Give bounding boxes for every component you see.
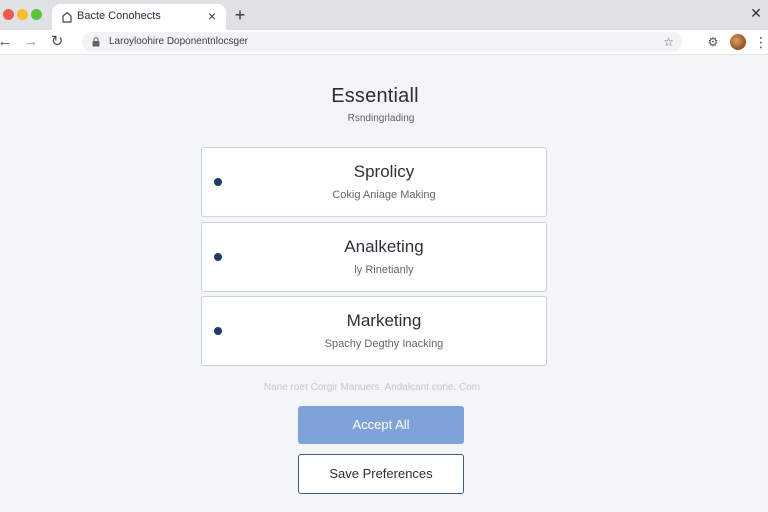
accept-all-button[interactable]: Accept All: [298, 406, 464, 444]
minimize-window-dot[interactable]: [17, 9, 28, 20]
radio-selected-icon[interactable]: [214, 327, 222, 335]
menu-icon[interactable]: ⋮: [754, 34, 768, 50]
forward-icon[interactable]: →: [22, 33, 40, 51]
radio-selected-icon[interactable]: [214, 178, 222, 186]
option-card-marketing[interactable]: Marketing Spachy Degthy Inacking: [201, 296, 547, 366]
tab-close-icon[interactable]: ×: [204, 8, 220, 24]
reload-icon[interactable]: ↻: [48, 33, 66, 51]
radio-selected-icon[interactable]: [214, 253, 222, 261]
option-description: Cokig Aniage Making: [332, 189, 436, 201]
browser-toolbar: ← → ↻ Laroyloohire Doponentnlocsger ☆ ⚙ …: [0, 30, 768, 55]
option-title: Sprolicy: [353, 162, 415, 181]
footnote-text: Nane roet Corgir Manuers. Andalcant cori…: [263, 382, 481, 393]
option-card-analketing[interactable]: Analketing ly Rinetianly: [201, 222, 547, 292]
bookmark-star-icon[interactable]: ☆: [663, 34, 674, 50]
option-description: Spachy Degthy Inacking: [324, 338, 444, 350]
browser-tab[interactable]: Bacte Conohects ×: [52, 4, 226, 30]
tab-title: Bacte Conohects: [77, 10, 161, 22]
window-close-icon[interactable]: ✕: [748, 5, 764, 21]
option-card-sprolicy[interactable]: Sprolicy Cokig Aniage Making: [201, 147, 547, 217]
option-title: Marketing: [346, 311, 422, 330]
extension-icon[interactable]: ⚙: [705, 34, 721, 50]
option-description: ly Rinetianly: [354, 264, 414, 276]
back-icon[interactable]: ←: [0, 33, 14, 51]
page-subtitle: Rsndingrlading: [347, 113, 415, 124]
save-preferences-button[interactable]: Save Preferences: [298, 454, 464, 494]
option-title: Analketing: [344, 237, 424, 256]
new-tab-icon[interactable]: +: [232, 6, 248, 24]
maximize-window-dot[interactable]: [31, 9, 42, 20]
avatar[interactable]: [730, 34, 746, 50]
lock-icon: [92, 37, 100, 47]
url-text[interactable]: Laroyloohire Doponentnlocsger: [109, 36, 248, 47]
close-window-dot[interactable]: [3, 9, 14, 20]
page-title: Essentiall: [331, 85, 419, 107]
browser-titlebar: Bacte Conohects × + ✕: [0, 0, 768, 30]
address-bar[interactable]: Laroyloohire Doponentnlocsger ☆: [82, 32, 682, 52]
page-favicon-icon: [62, 11, 72, 23]
